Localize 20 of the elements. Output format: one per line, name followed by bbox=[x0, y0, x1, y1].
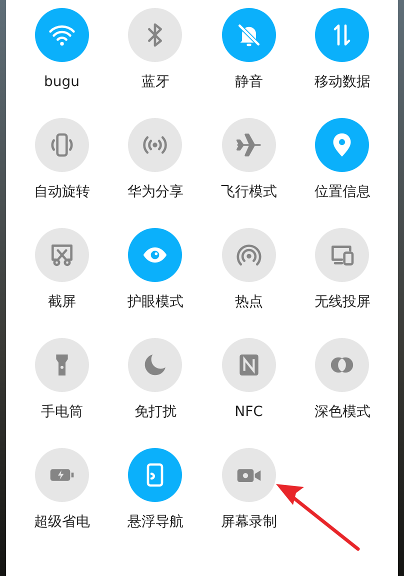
toggle-label: 热点 bbox=[234, 294, 263, 311]
airplane-icon bbox=[234, 131, 263, 159]
toggle-label: 位置信息 bbox=[314, 184, 370, 201]
toggle-label: 自动旋转 bbox=[34, 184, 90, 201]
toggle-label: 护眼模式 bbox=[127, 294, 184, 311]
toggle-label: 移动数据 bbox=[314, 74, 370, 91]
toggle-label: 蓝牙 bbox=[141, 74, 170, 91]
toggle-label: 手电筒 bbox=[40, 404, 83, 421]
toggle-label: 屏幕录制 bbox=[220, 514, 277, 531]
toggle-label: 无线投屏 bbox=[314, 294, 370, 311]
toggle-label: 飞行模式 bbox=[220, 184, 277, 201]
toggle-label: 超级省电 bbox=[34, 514, 90, 531]
toggle-label: 截屏 bbox=[48, 294, 76, 311]
toggle-label: 静音 bbox=[234, 74, 263, 91]
toggle-label: 悬浮导航 bbox=[127, 514, 184, 531]
toggle-label: 深色模式 bbox=[314, 404, 370, 421]
toggle-label: 免打扰 bbox=[134, 404, 176, 421]
toggle-label: 华为分享 bbox=[127, 184, 184, 201]
toggle-label: NFC bbox=[234, 404, 263, 421]
toggle-label: bugu bbox=[44, 74, 80, 91]
